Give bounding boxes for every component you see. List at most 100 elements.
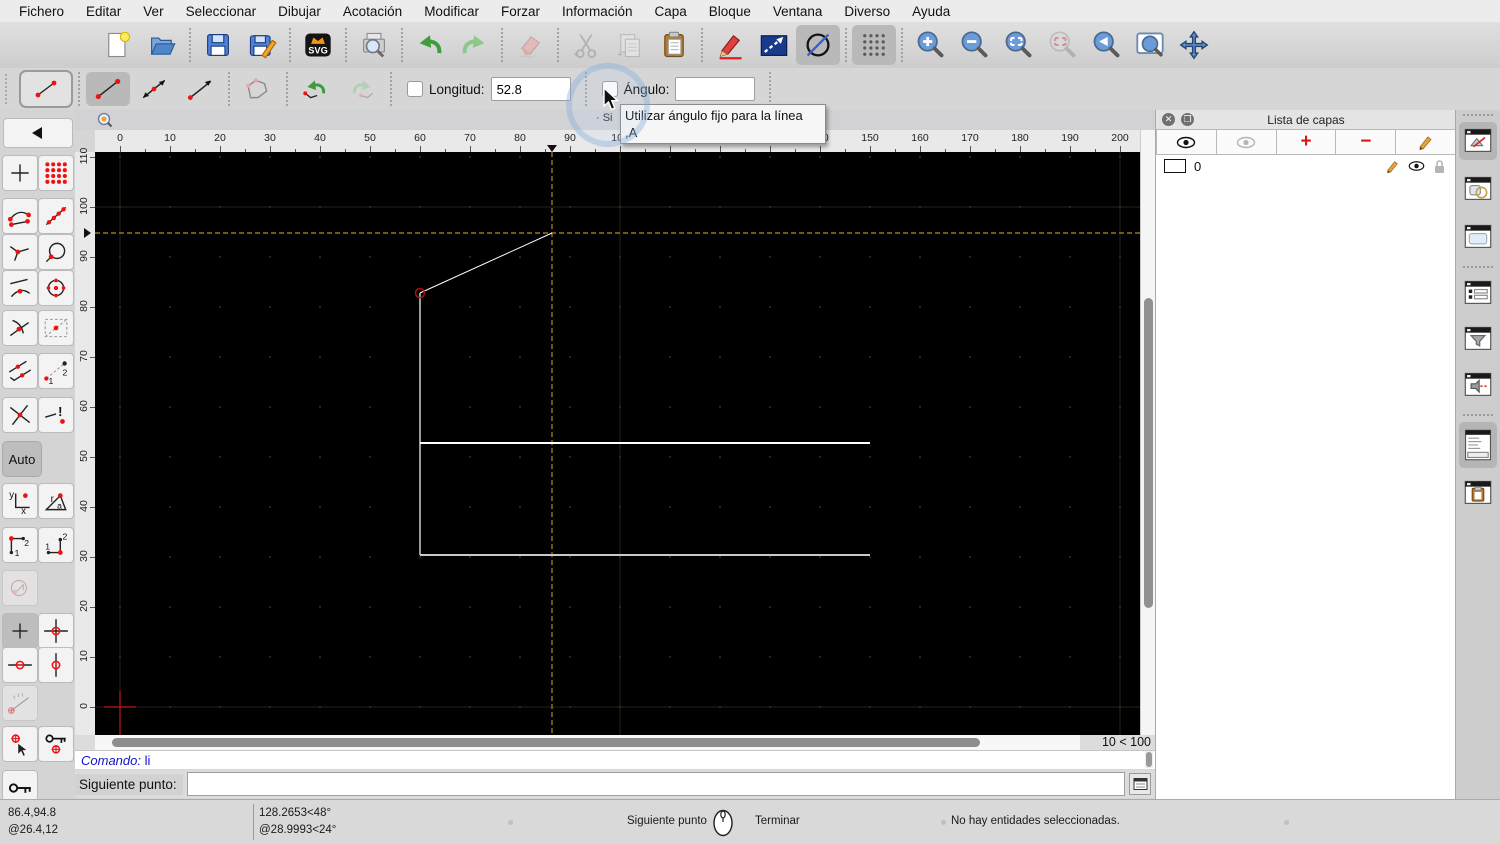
undo-segment-button[interactable] [294,72,338,106]
media-console-toggle-button[interactable] [1459,366,1497,404]
vertical-scrollbar[interactable] [1140,130,1156,735]
layer-lock-icon[interactable] [1433,159,1446,174]
collapse-palette-button[interactable] [3,118,73,148]
restrict-vertical-button[interactable] [38,647,74,683]
layer-row[interactable]: 0 [1156,155,1456,177]
clipboard-panel-toggle-button[interactable] [1459,474,1497,512]
hide-all-layers-button[interactable] [1216,129,1277,155]
layer-edit-icon[interactable] [1385,159,1400,174]
undo-button[interactable] [408,25,452,65]
restrict-horizontal-button[interactable] [2,647,38,683]
relative-point-button[interactable]: 12 [2,527,38,563]
vertical-scrollbar-thumb[interactable] [1143,298,1153,608]
filter-toggle-button[interactable] [1459,320,1497,358]
menu-item-ver[interactable]: Ver [132,4,174,19]
menu-item-seleccionar[interactable]: Seleccionar [175,4,268,19]
float-panel-button[interactable]: ❐ [1181,113,1194,126]
delete-button[interactable] [508,25,552,65]
remove-layer-button[interactable]: − [1336,129,1397,155]
zoom-pan-button[interactable] [1172,25,1216,65]
block-list-toggle-button[interactable] [1459,170,1497,208]
save-button[interactable] [196,25,240,65]
toolbar-drag-handle[interactable] [5,74,7,104]
library-browser-toggle-button[interactable] [1459,218,1497,256]
menu-item-dibujar[interactable]: Dibujar [267,4,332,19]
menu-item-ayuda[interactable]: Ayuda [901,4,961,19]
zoom-previous-button[interactable] [1084,25,1128,65]
edit-layer-button[interactable] [1396,129,1456,155]
zoom-in-button[interactable] [908,25,952,65]
export-svg-button[interactable]: SVG [296,25,340,65]
snap-nearest-button[interactable] [2,270,38,306]
cut-button[interactable]: + [564,25,608,65]
angle-gauge-button[interactable] [2,685,38,721]
restrict-orthogonal-button[interactable] [2,397,38,433]
menu-item-acotación[interactable]: Acotación [332,4,413,19]
draw-entity-button[interactable] [796,25,840,65]
length-input[interactable] [490,77,571,101]
coordinate-zoom-icon[interactable] [97,112,113,128]
zoom-out-button[interactable] [952,25,996,65]
menu-item-capa[interactable]: Capa [644,4,698,19]
zoom-window-button[interactable] [1128,25,1172,65]
snap-center-button[interactable] [38,270,74,306]
lock-relative-zero-button[interactable] [38,726,74,762]
close-panel-button[interactable]: ✕ [1162,113,1175,126]
absolute-point-button[interactable]: 12 [38,527,74,563]
snap-auto-button[interactable]: Auto [2,441,42,477]
snap-reference-button[interactable] [2,570,38,606]
snap-endpoint-button[interactable] [2,198,38,234]
menu-item-información[interactable]: Información [551,4,644,19]
menu-item-editar[interactable]: Editar [75,4,132,19]
copy-button[interactable]: + [608,25,652,65]
menu-item-fichero[interactable]: Fichero [8,4,75,19]
new-document-button[interactable] [96,25,140,65]
redo-segment-button[interactable] [340,72,384,106]
coordinate-cartesian-button[interactable]: yx [2,483,38,519]
grid-toggle-button[interactable] [852,25,896,65]
snap-dist-manual-button[interactable]: 12 [38,353,74,389]
length-checkbox[interactable] [407,81,423,97]
infinite-line-button[interactable] [132,72,176,106]
cad-canvas[interactable] [95,152,1140,735]
line-attributes-button[interactable] [752,25,796,65]
zoom-selection-button[interactable] [1040,25,1084,65]
paste-button[interactable] [652,25,696,65]
layer-color-swatch[interactable] [1164,159,1186,173]
ray-button[interactable] [178,72,222,106]
command-history-scrollbar-thumb[interactable] [1146,752,1152,767]
horizontal-scrollbar[interactable] [95,735,1080,750]
restrict-parallel-button[interactable] [2,353,38,389]
polyline-button[interactable] [236,72,280,106]
zoom-auto-button[interactable] [996,25,1040,65]
save-as-button[interactable] [240,25,284,65]
cad-line-entity[interactable] [419,232,553,294]
menu-item-forzar[interactable]: Forzar [490,4,551,19]
snap-on-entity-button[interactable] [38,198,74,234]
print-preview-button[interactable] [352,25,396,65]
horizontal-scrollbar-thumb[interactable] [112,738,980,747]
menu-item-modificar[interactable]: Modificar [413,4,490,19]
entity-list-toggle-button[interactable] [1459,274,1497,312]
coordinate-polar-button[interactable]: ra [38,483,74,519]
line-two-points-button[interactable] [86,72,130,106]
menu-item-diverso[interactable]: Diverso [833,4,901,19]
show-all-layers-button[interactable] [1156,129,1217,155]
command-widget-toggle-button[interactable] [1459,422,1497,468]
snap-tangent-button[interactable] [2,310,38,346]
open-file-button[interactable] [140,25,184,65]
layer-visibility-icon[interactable] [1408,160,1425,172]
snap-middle-button[interactable] [38,310,74,346]
add-layer-button[interactable]: + [1276,129,1337,155]
edit-pen-button[interactable] [708,25,752,65]
snap-free-button[interactable] [2,155,38,191]
grid-plus-button[interactable] [2,613,38,649]
pick-relative-zero-button[interactable] [2,726,38,762]
menu-item-ventana[interactable]: Ventana [762,4,834,19]
menu-item-bloque[interactable]: Bloque [698,4,762,19]
set-relative-zero-button[interactable] [38,613,74,649]
snap-grid-button[interactable] [38,155,74,191]
command-options-button[interactable] [1129,773,1151,795]
redo-button[interactable] [452,25,496,65]
command-input[interactable] [186,772,1125,796]
